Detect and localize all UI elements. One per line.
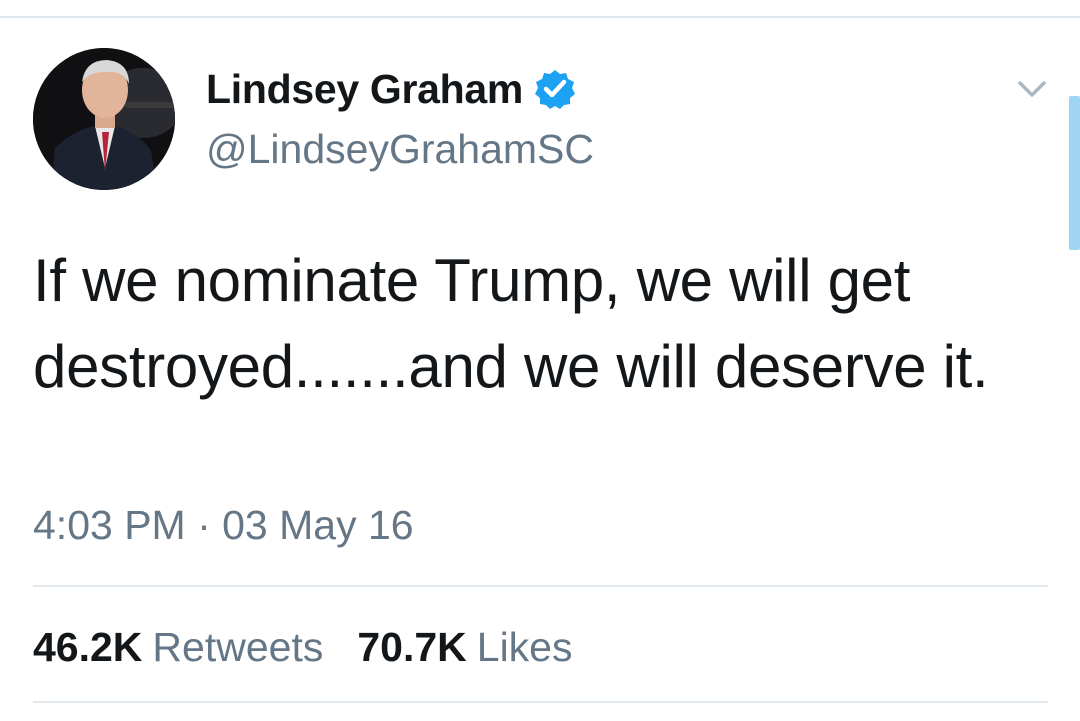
avatar-photo <box>33 48 175 190</box>
tweet-timestamp[interactable]: 4:03 PM · 03 May 16 <box>33 502 414 549</box>
retweets-stat[interactable]: 46.2K Retweets <box>33 624 323 671</box>
tweet-card: Lindsey Graham @LindseyGrahamSC If we no… <box>0 18 1080 721</box>
author-name-row[interactable]: Lindsey Graham <box>206 64 576 114</box>
avatar[interactable] <box>33 48 175 190</box>
likes-count: 70.7K <box>357 624 467 670</box>
divider <box>33 701 1048 703</box>
top-divider <box>0 0 1080 18</box>
display-name[interactable]: Lindsey Graham <box>206 66 523 113</box>
retweets-count: 46.2K <box>33 624 143 670</box>
verified-badge-icon <box>535 69 576 109</box>
scrollbar[interactable] <box>1069 96 1080 250</box>
chevron-down-icon[interactable] <box>1012 74 1052 104</box>
tweet-text: If we nominate Trump, we will get destro… <box>33 247 989 400</box>
likes-label: Likes <box>476 624 573 670</box>
author-handle[interactable]: @LindseyGrahamSC <box>206 126 594 173</box>
tweet-stats: 46.2K Retweets 70.7K Likes <box>33 624 606 671</box>
likes-stat[interactable]: 70.7K Likes <box>357 624 572 671</box>
retweets-label: Retweets <box>152 624 324 670</box>
divider <box>33 585 1048 587</box>
